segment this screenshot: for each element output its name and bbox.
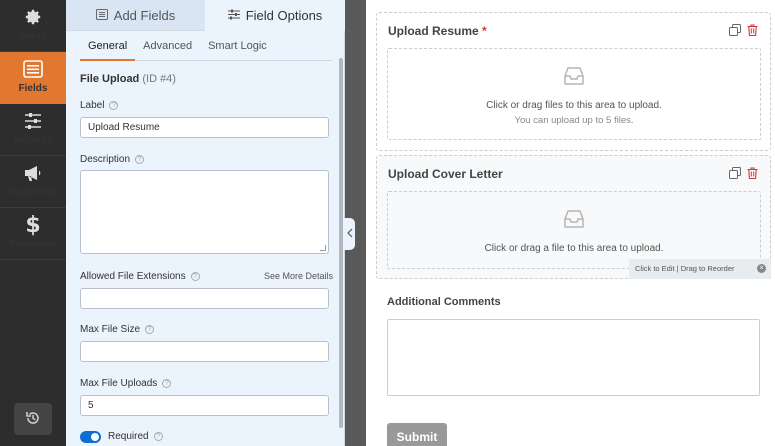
subtab-general[interactable]: General (80, 31, 136, 61)
tab-field-options-label: Field Options (245, 8, 323, 23)
required-text: Required (108, 431, 149, 442)
resize-handle-icon[interactable] (320, 245, 326, 251)
inbox-icon (564, 67, 584, 88)
dollar-icon: $ (25, 212, 41, 238)
edit-hint-text: Click to Edit | Drag to Reorder (635, 264, 735, 273)
nav-settings-label: Settings (13, 135, 53, 146)
tab-add-fields[interactable]: Add Fields (66, 0, 205, 31)
field-id: (ID #4) (142, 73, 176, 85)
max-uploads-option-text: Max File Uploads (80, 378, 158, 389)
extensions-option-label: Allowed File Extensions? (80, 271, 200, 282)
nav-setup[interactable]: Setup (0, 0, 66, 52)
panel-tabs: Add Fields Field Options (66, 0, 345, 31)
chevron-left-icon (346, 228, 353, 241)
comments-textarea[interactable] (387, 319, 760, 396)
submit-button[interactable]: Submit (387, 423, 447, 446)
dropzone-subtext: You can upload up to 5 files. (514, 115, 634, 126)
extensions-input[interactable] (80, 288, 329, 309)
revision-history-button[interactable] (14, 403, 52, 435)
max-uploads-input[interactable]: 5 (80, 395, 329, 416)
field-actions (729, 24, 758, 39)
field-upload-resume[interactable]: Upload Resume * Click or drag files to t… (376, 12, 771, 151)
file-dropzone[interactable]: Click or drag files to this area to uplo… (387, 48, 761, 140)
collapse-panel-button[interactable] (344, 218, 355, 250)
inbox-icon (564, 210, 584, 231)
help-icon[interactable]: ? (153, 432, 163, 441)
field-type-title: File Upload (ID #4) (80, 73, 176, 85)
edit-hint-tooltip[interactable]: Click to Edit | Drag to Reorder × (629, 259, 771, 279)
field-options-panel: Add Fields Field Options General Advance… (66, 0, 345, 446)
max-size-option-label: Max File Size? (80, 324, 155, 335)
label-option-label: Label? (80, 100, 119, 111)
tab-add-fields-label: Add Fields (113, 7, 176, 23)
see-more-details-link[interactable]: See More Details (264, 271, 333, 281)
comments-label: Additional Comments (387, 296, 501, 308)
duplicate-icon[interactable] (729, 167, 741, 182)
help-icon[interactable]: ? (190, 272, 200, 281)
max-size-option-text: Max File Size (80, 324, 141, 335)
options-subtabs: General Advanced Smart Logic (80, 31, 332, 61)
nav-fields-label: Fields (18, 83, 48, 94)
trash-icon[interactable] (747, 167, 758, 182)
max-size-input[interactable] (80, 341, 329, 362)
extensions-option-text: Allowed File Extensions (80, 271, 186, 282)
max-uploads-option-label: Max File Uploads? (80, 378, 172, 389)
required-asterisk: * (482, 24, 487, 38)
subtab-advanced[interactable]: Advanced (135, 31, 200, 61)
field-label-text: Upload Resume (388, 24, 479, 38)
description-textarea[interactable] (80, 170, 329, 254)
description-option-label: Description? (80, 154, 145, 165)
nav-setup-label: Setup (19, 31, 47, 42)
file-dropzone[interactable]: Click or drag a file to this area to upl… (387, 191, 761, 269)
dropzone-text: Click or drag files to this area to uplo… (486, 100, 662, 111)
history-icon (25, 410, 41, 429)
required-toggle[interactable] (80, 431, 101, 443)
field-type-name: File Upload (80, 73, 140, 85)
label-input[interactable]: Upload Resume (80, 117, 329, 138)
help-icon[interactable]: ? (162, 379, 172, 388)
help-icon[interactable]: ? (145, 325, 155, 334)
nav-marketing[interactable]: Marketing (0, 156, 66, 208)
sliders-icon (227, 8, 240, 23)
dropzone-text: Click or drag a file to this area to upl… (484, 243, 664, 254)
description-option-text: Description (80, 154, 131, 165)
trash-icon[interactable] (747, 24, 758, 39)
sliders-icon (0, 110, 66, 132)
builder-nav: Setup Fields Settings Marketing $ Paymen… (0, 0, 66, 446)
nav-payments[interactable]: $ Payments (0, 208, 66, 260)
list-icon (95, 8, 108, 23)
duplicate-icon[interactable] (729, 24, 741, 39)
subtab-smart-logic[interactable]: Smart Logic (200, 31, 275, 61)
field-actions (729, 167, 758, 182)
nav-fields[interactable]: Fields (0, 52, 66, 104)
field-label: Upload Resume * (388, 24, 487, 38)
toggle-knob (91, 433, 99, 441)
nav-payments-label: Payments (9, 239, 57, 250)
help-icon[interactable]: ? (109, 101, 119, 110)
field-label: Upload Cover Letter (388, 167, 503, 181)
nav-settings[interactable]: Settings (0, 104, 66, 156)
tab-field-options[interactable]: Field Options (205, 0, 345, 31)
megaphone-icon (0, 162, 66, 184)
help-icon[interactable]: ? (135, 155, 145, 164)
close-icon[interactable]: × (757, 264, 766, 273)
panel-scrollbar[interactable] (339, 58, 343, 428)
nav-marketing-label: Marketing (9, 187, 57, 198)
required-label: Required? (108, 431, 163, 442)
label-option-text: Label (80, 100, 105, 111)
list-icon (0, 58, 66, 80)
gear-icon (0, 6, 66, 28)
